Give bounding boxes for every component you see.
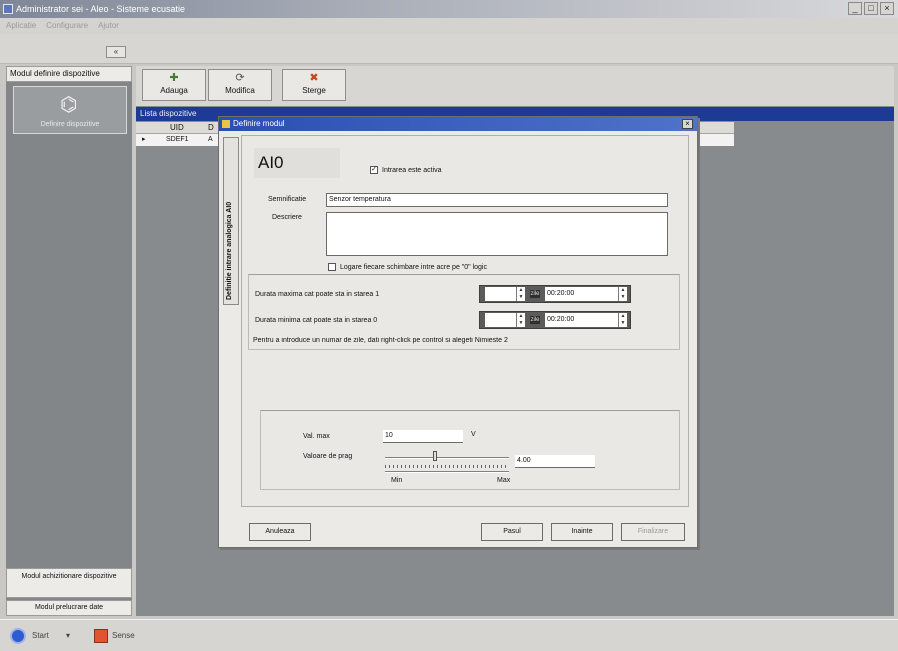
close-window-button[interactable]: ×	[880, 2, 894, 15]
start-icon[interactable]	[10, 628, 26, 644]
top-toolstrip: «	[0, 34, 898, 64]
left-navigation: Modul definire dispozitive ⌬ Definire di…	[6, 66, 132, 616]
max-duration-control: ▲ ▼ zile 00:20:00 ▲ ▼	[479, 285, 631, 303]
max-days-spinner[interactable]: ▲ ▼	[484, 286, 526, 302]
add-icon: ✚	[169, 72, 179, 84]
val-max-field[interactable]: 10	[383, 430, 463, 443]
definire-modul-dialog: Definire modul × Definitie intrare analo…	[218, 116, 698, 548]
start-button[interactable]: Start	[32, 626, 49, 646]
tab-label: Definitie intrare analogica AI0	[226, 201, 233, 300]
log-checkbox[interactable]	[328, 263, 336, 271]
device-icon: ⌬	[60, 94, 78, 116]
delete-button[interactable]: ✖ Sterge	[282, 69, 346, 101]
modify-icon: ⟳	[235, 72, 245, 84]
active-checkbox-row[interactable]: ✓ Intrarea este activa	[370, 166, 442, 174]
app-icon	[3, 4, 13, 14]
minimize-button[interactable]: _	[848, 2, 862, 15]
nav-item-achizitionare[interactable]: Modul achizitionare dispozitive	[6, 568, 132, 598]
min-time-value: 00:20:00	[547, 316, 575, 323]
maximize-button[interactable]: □	[864, 2, 878, 15]
slider-ticks	[385, 465, 509, 468]
log-checkbox-label: Logare fiecare schimbare intre acre pe "…	[340, 263, 487, 271]
descriere-field[interactable]	[326, 212, 668, 256]
dialog-icon	[222, 120, 230, 128]
duration-group: Durata maxima cat poate sta in starea 1 …	[248, 274, 680, 350]
slider-min-label: Min	[391, 477, 403, 484]
dialog-title-bar: Definire modul ×	[219, 117, 697, 131]
input-code: AI0	[254, 148, 340, 178]
column-header-uid[interactable]: UID	[170, 122, 184, 134]
window-controls: _ □ ×	[848, 2, 894, 15]
active-checkbox[interactable]: ✓	[370, 166, 378, 174]
menu-item-ajutor[interactable]: Ajutor	[98, 18, 119, 34]
delete-label: Sterge	[302, 86, 326, 95]
descriere-label: Descriere	[272, 214, 302, 221]
threshold-slider-track[interactable]	[385, 457, 509, 459]
val-max-unit: V	[471, 431, 476, 438]
window-title-bar: Administrator sei - Aleo - Sisteme ecusa…	[0, 0, 898, 18]
nav-item-prelucrare[interactable]: Modul prelucrare date	[6, 600, 132, 616]
next-button[interactable]: Inainte	[551, 523, 613, 541]
min-time-spinner[interactable]: 00:20:00 ▲ ▼	[544, 312, 628, 328]
slider-bottom-line	[385, 471, 509, 473]
min-duration-label: Durata minima cat poate sta in starea 0	[255, 317, 378, 324]
window-title: Administrator sei - Aleo - Sisteme ecusa…	[16, 4, 186, 14]
add-button[interactable]: ✚ Adauga	[142, 69, 206, 101]
slider-max-label: Max	[497, 477, 511, 484]
start-menu-chevron-icon[interactable]: ▾	[66, 626, 70, 646]
app-taskbar-icon[interactable]	[94, 629, 108, 643]
prag-label: Valoare de prag	[303, 453, 353, 460]
min-duration-control: ▲ ▼ zile 00:20:00 ▲ ▼	[479, 311, 631, 329]
menu-item-configurare[interactable]: Configurare	[46, 18, 88, 34]
dialog-close-button[interactable]: ×	[682, 119, 693, 129]
analog-input-panel: AI0 ✓ Intrarea este activa Semnificatie …	[241, 135, 689, 507]
min-days-spinner[interactable]: ▲ ▼	[484, 312, 526, 328]
modify-label: Modifica	[225, 86, 255, 95]
semnificatie-label: Semnificatie	[268, 196, 307, 203]
tab-intrare-analogica[interactable]: Definitie intrare analogica AI0	[223, 137, 239, 305]
prev-button[interactable]: Pasul	[481, 523, 543, 541]
finish-button[interactable]: Finalizare	[621, 523, 685, 541]
hint-text: Pentru a introduce un numar de zile, dat…	[253, 337, 508, 344]
cancel-button[interactable]: Anuleaza	[249, 523, 311, 541]
max-duration-label: Durata maxima cat poate sta in starea 1	[255, 291, 380, 298]
active-checkbox-label: Intrarea este activa	[382, 166, 442, 174]
content-toolbar: ✚ Adauga ⟳ Modifica ✖ Sterge	[136, 66, 894, 106]
taskbar-item[interactable]: Sense	[112, 626, 135, 646]
dialog-title: Definire modul	[233, 119, 285, 128]
spinner-arrows-icon[interactable]: ▲ ▼	[516, 313, 525, 327]
cell-uid: SDEF1	[166, 136, 189, 143]
cell-d: A	[208, 136, 213, 143]
row-indicator-icon: ▸	[142, 136, 146, 143]
prag-value-field[interactable]: 4.00	[515, 455, 595, 468]
menu-item-aplicatie[interactable]: Aplicatie	[6, 18, 36, 34]
taskbar: Start ▾ Sense	[0, 619, 898, 651]
zile-separator: zile	[530, 316, 540, 324]
max-time-spinner[interactable]: 00:20:00 ▲ ▼	[544, 286, 628, 302]
add-label: Adauga	[160, 86, 188, 95]
menubar: Aplicatie Configurare Ajutor	[0, 18, 898, 34]
column-header-d[interactable]: D	[208, 122, 214, 134]
nav-header[interactable]: Modul definire dispozitive	[6, 66, 132, 82]
zile-separator: zile	[530, 290, 540, 298]
nav-item-label: Definire dispozitive	[40, 121, 100, 128]
delete-icon: ✖	[309, 72, 319, 84]
max-time-value: 00:20:00	[547, 290, 575, 297]
semnificatie-field[interactable]: Senzor temperatura	[326, 193, 668, 207]
modify-button[interactable]: ⟳ Modifica	[208, 69, 272, 101]
collapse-nav-button[interactable]: «	[106, 46, 126, 58]
spinner-arrows-icon[interactable]: ▲ ▼	[618, 313, 627, 327]
val-max-label: Val. max	[303, 433, 330, 440]
nav-item-definire-dispozitive[interactable]: ⌬ Definire dispozitive	[13, 86, 127, 134]
threshold-slider-thumb[interactable]	[433, 451, 437, 461]
log-checkbox-row[interactable]: Logare fiecare schimbare intre acre pe "…	[328, 263, 487, 271]
spinner-arrows-icon[interactable]: ▲ ▼	[618, 287, 627, 301]
threshold-group: Val. max 10 V Valoare de prag 4.00 Min M…	[260, 410, 680, 490]
spinner-arrows-icon[interactable]: ▲ ▼	[516, 287, 525, 301]
